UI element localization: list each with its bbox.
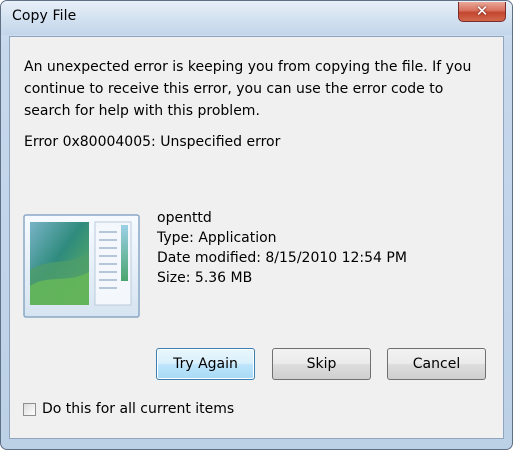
try-again-button[interactable]: Try Again — [156, 348, 255, 380]
file-details: openttd Type: Application Date modified:… — [157, 208, 407, 288]
close-icon: ✕ — [475, 2, 489, 20]
title-bar[interactable]: Copy File ✕ — [1, 1, 512, 35]
file-type: Type: Application — [157, 230, 277, 246]
close-button[interactable]: ✕ — [458, 2, 506, 22]
file-date-modified: Date modified: 8/15/2010 12:54 PM — [157, 250, 407, 266]
file-name: openttd — [157, 210, 212, 226]
dialog-content: An unexpected error is keeping you from … — [9, 36, 504, 439]
apply-to-all-checkbox[interactable] — [23, 402, 36, 416]
apply-to-all-label: Do this for all current items — [42, 401, 235, 417]
application-window-icon — [23, 214, 140, 318]
error-message: An unexpected error is keeping you from … — [24, 59, 472, 119]
cancel-button[interactable]: Cancel — [387, 348, 486, 380]
copy-file-dialog: Copy File ✕ An unexpected error is keepi… — [0, 0, 513, 450]
skip-button[interactable]: Skip — [272, 348, 371, 380]
file-size: Size: 5.36 MB — [157, 270, 253, 286]
error-code-text: Error 0x80004005: Unspecified error — [24, 134, 281, 150]
apply-to-all-option[interactable]: Do this for all current items — [23, 401, 234, 417]
window-title: Copy File — [12, 8, 77, 24]
